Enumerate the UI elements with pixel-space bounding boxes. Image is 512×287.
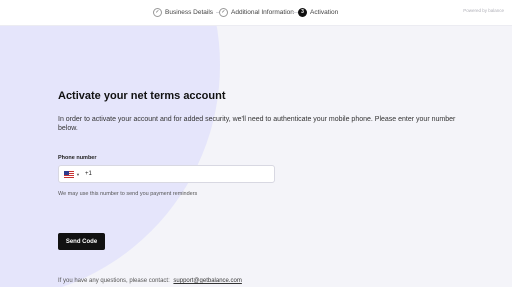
background-circle	[0, 0, 220, 287]
phone-field[interactable]: ▼ +1	[58, 165, 275, 183]
us-flag-icon[interactable]	[64, 170, 74, 178]
step-label: Activation	[310, 8, 339, 16]
page-description: In order to activate your account and fo…	[58, 116, 456, 132]
footer-text: If you have any questions, please contac…	[58, 278, 170, 284]
step-activation[interactable]: 3 Activation	[298, 6, 338, 18]
activation-page: ✓ Business Details ✓ Additional Informat…	[0, 0, 512, 287]
step-label: Business Details	[165, 8, 214, 16]
phone-input[interactable]	[91, 166, 274, 182]
chevron-down-icon[interactable]: ▼	[76, 172, 80, 177]
step-additional-information[interactable]: ✓ Additional Information	[219, 6, 294, 18]
support-email-link[interactable]: support@getbalance.com	[173, 278, 241, 284]
step-number: 3	[298, 7, 307, 17]
support-footer: If you have any questions, please contac…	[58, 278, 242, 284]
send-code-button[interactable]: Send Code	[58, 233, 105, 250]
check-icon: ✓	[153, 7, 162, 17]
page-title: Activate your net terms account	[58, 90, 226, 102]
stepper-bar: ✓ Business Details ✓ Additional Informat…	[0, 0, 512, 26]
phone-label: Phone number	[58, 155, 97, 161]
powered-by-text: Powered by balance	[463, 8, 504, 13]
check-icon: ✓	[219, 7, 228, 17]
dial-code: +1	[84, 171, 92, 177]
step-business-details[interactable]: ✓ Business Details	[153, 6, 213, 18]
phone-hint: We may use this number to send you payme…	[58, 191, 198, 197]
step-label: Additional Information	[231, 8, 294, 16]
